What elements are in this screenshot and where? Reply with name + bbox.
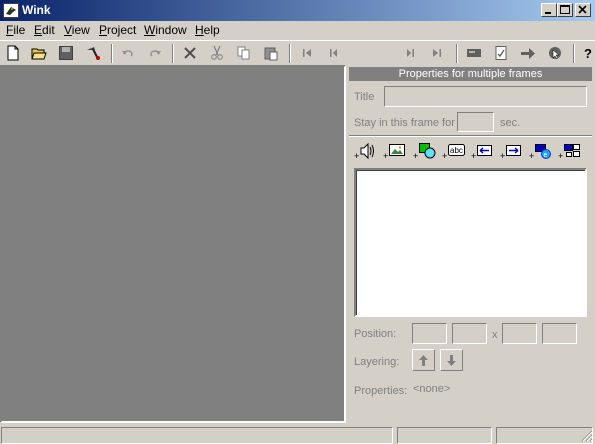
status-pane-3	[496, 427, 593, 444]
undo-icon[interactable]	[118, 44, 138, 62]
minimize-button[interactable]	[541, 3, 557, 17]
svg-text:+: +	[442, 151, 447, 160]
stay-unit-label: sec.	[500, 117, 521, 129]
status-pane-2	[397, 427, 492, 444]
delete-icon[interactable]	[180, 44, 200, 62]
layering-label: Layering:	[354, 356, 400, 368]
title-bar[interactable]: Wink	[0, 0, 595, 21]
svg-text:+: +	[471, 151, 476, 160]
position-separator: x	[492, 329, 498, 341]
svg-text:+: +	[413, 151, 418, 160]
title-field[interactable]	[384, 86, 587, 107]
next-frame-icon[interactable]	[400, 44, 420, 62]
copy-icon[interactable]	[234, 44, 254, 62]
first-frame-icon[interactable]	[297, 44, 317, 62]
toolbar-separator	[289, 44, 291, 63]
position-x-field[interactable]	[412, 323, 447, 344]
toolbar: ?	[0, 40, 595, 65]
frame-items-list[interactable]	[354, 168, 587, 317]
menu-bar: File Edit View Project Window Help	[0, 21, 595, 40]
toolbar-separator	[456, 44, 458, 63]
status-bar	[0, 424, 595, 444]
svg-text:+: +	[529, 151, 534, 160]
render-icon[interactable]	[83, 44, 103, 62]
last-frame-icon[interactable]	[427, 44, 447, 62]
frame-canvas[interactable]	[0, 65, 346, 423]
svg-text:abc: abc	[450, 146, 463, 155]
properties-value: <none>	[413, 383, 451, 395]
properties-header: Properties for multiple frames	[349, 67, 592, 81]
new-icon[interactable]	[3, 44, 23, 62]
svg-text:+: +	[558, 151, 563, 160]
layer-up-button[interactable]	[412, 349, 435, 371]
app-icon[interactable]	[3, 3, 19, 18]
redo-icon[interactable]	[145, 44, 165, 62]
menu-project[interactable]: Project	[99, 23, 136, 37]
toolbar-separator	[573, 44, 575, 63]
stay-duration-field[interactable]	[457, 112, 494, 132]
menu-view[interactable]: View	[64, 23, 90, 37]
layer-down-button[interactable]	[440, 349, 463, 371]
maximize-button[interactable]	[557, 3, 573, 17]
menu-edit[interactable]: Edit	[34, 23, 55, 37]
svg-text:+: +	[383, 151, 388, 160]
add-shape-icon[interactable]: +	[413, 142, 437, 160]
add-text-icon[interactable]: + abc	[442, 142, 466, 160]
help-icon[interactable]: ?	[580, 44, 595, 62]
open-icon[interactable]	[29, 44, 49, 62]
paste-icon[interactable]	[261, 44, 281, 62]
size-height-field[interactable]	[542, 323, 577, 344]
separator	[349, 135, 592, 137]
menu-file[interactable]: File	[6, 23, 25, 37]
screen-icon[interactable]	[464, 44, 484, 62]
add-button-next-icon[interactable]: +	[500, 142, 524, 160]
menu-help[interactable]: Help	[195, 23, 220, 37]
menu-window[interactable]: Window	[144, 23, 187, 37]
svg-text:+: +	[500, 151, 505, 160]
add-button-back-icon[interactable]: +	[471, 142, 495, 160]
title-label: Title	[354, 91, 375, 103]
close-button[interactable]	[575, 3, 591, 17]
checklist-icon[interactable]	[491, 44, 511, 62]
properties-panel: Properties for multiple frames Title Sta…	[349, 65, 592, 423]
cut-icon[interactable]	[207, 44, 227, 62]
cursor-icon[interactable]	[545, 44, 565, 62]
add-button-url-icon[interactable]: + e	[529, 142, 553, 160]
status-pane-main	[1, 427, 393, 444]
position-y-field[interactable]	[452, 323, 487, 344]
toolbar-separator	[172, 44, 174, 63]
toolbar-separator	[111, 44, 113, 63]
add-button-frame-icon[interactable]: +	[558, 142, 582, 160]
arrow-right-icon[interactable]	[518, 44, 538, 62]
svg-text:?: ?	[584, 46, 592, 61]
position-label: Position:	[354, 328, 397, 340]
window-title: Wink	[22, 3, 51, 17]
prev-frame-icon[interactable]	[324, 44, 344, 62]
size-width-field[interactable]	[502, 323, 537, 344]
svg-text:+: +	[354, 151, 359, 160]
resize-grip-icon[interactable]	[581, 430, 593, 442]
properties-label: Properties:	[354, 385, 408, 397]
add-audio-icon[interactable]: +	[354, 142, 378, 160]
stay-label: Stay in this frame for	[354, 117, 455, 129]
save-icon[interactable]	[56, 44, 76, 62]
svg-text:e: e	[544, 152, 548, 159]
add-image-icon[interactable]: +	[383, 142, 407, 160]
